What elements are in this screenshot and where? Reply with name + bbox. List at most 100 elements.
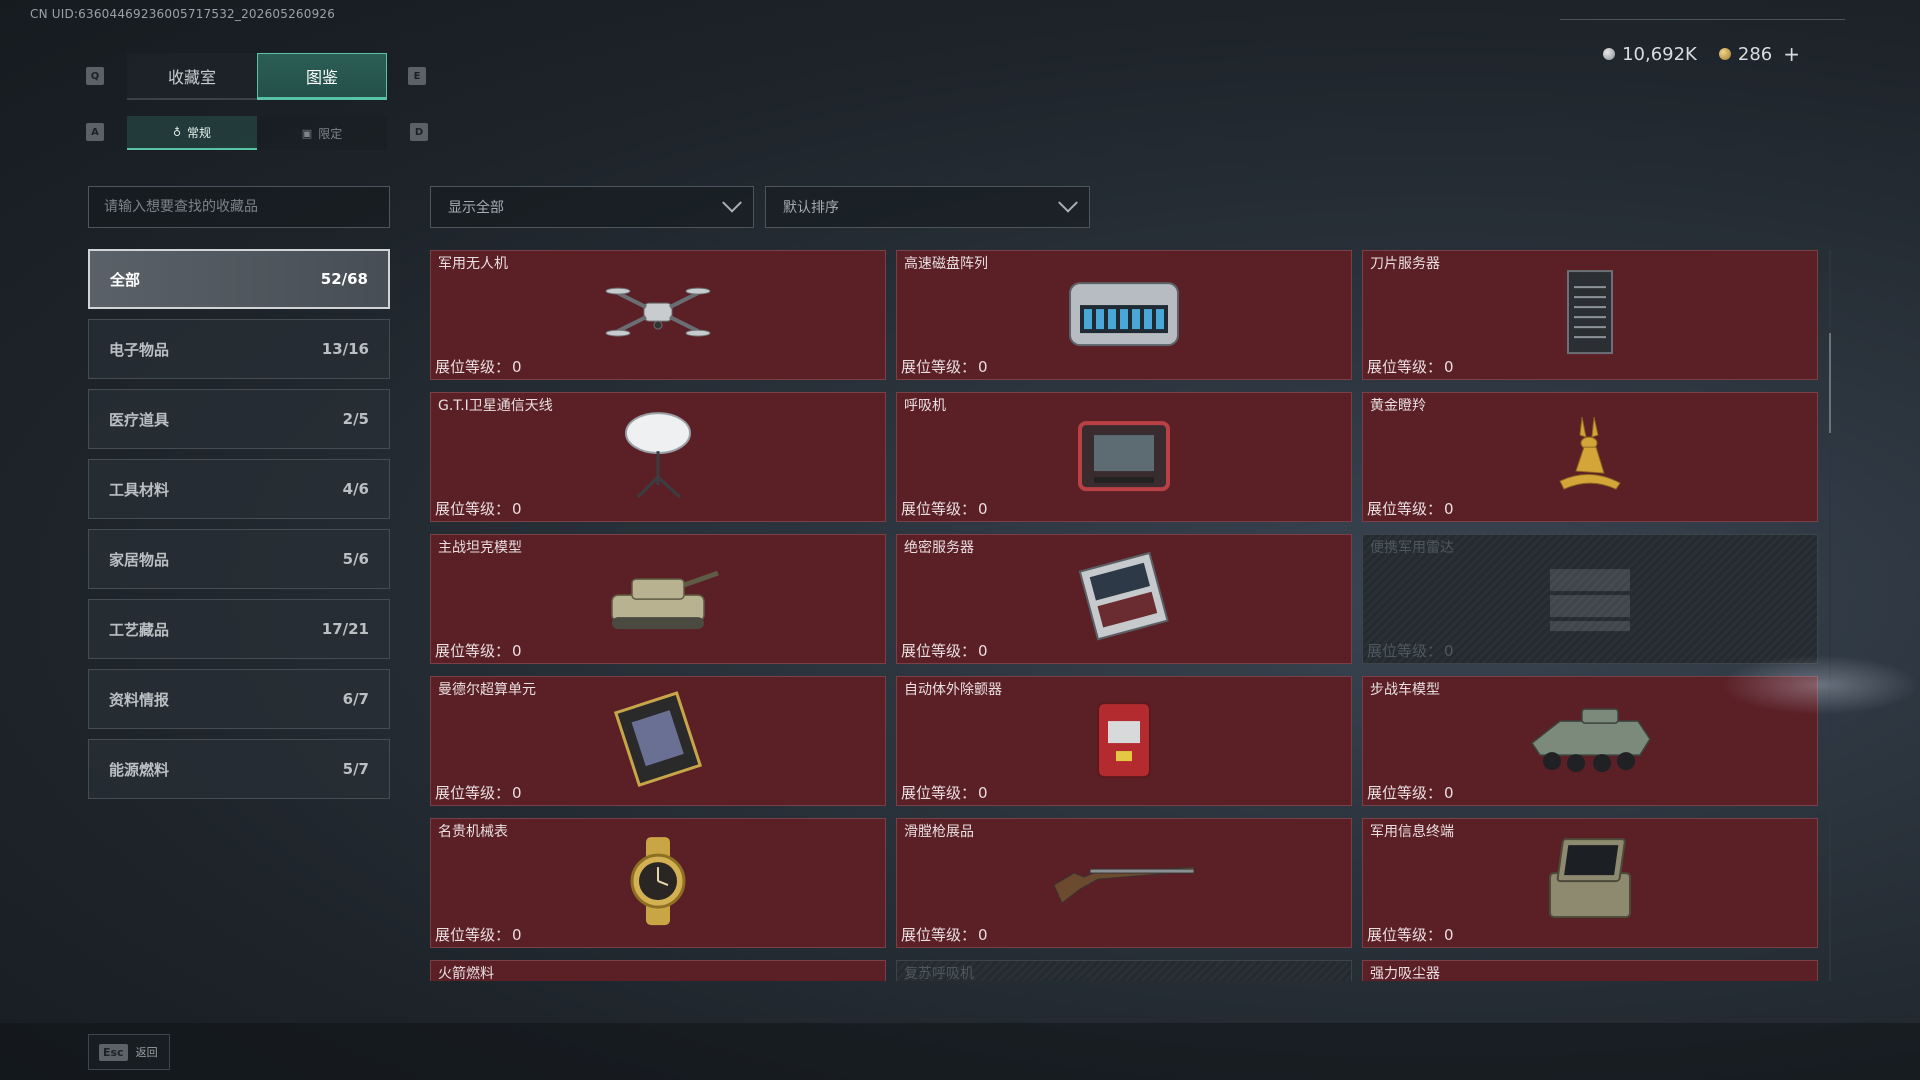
booth-level: 展位等级： 0 [901, 498, 988, 519]
rocket-fuel-icon [588, 975, 728, 981]
item-grid-viewport: 军用无人机 展位等级： 0 高速磁盘阵列 展位等级： 0 刀片服务器 展位等级： 0 G.T.I卫… [430, 250, 1820, 981]
collection-card[interactable]: 黄金瞪羚 展位等级： 0 [1362, 392, 1818, 522]
collection-card[interactable]: G.T.I卫星通信天线 展位等级： 0 [430, 392, 886, 522]
booth-level: 展位等级： 0 [1367, 924, 1454, 945]
filter-dropdown[interactable]: 显示全部 [430, 186, 754, 228]
collection-card[interactable]: 火箭燃料展位等级：0 [430, 960, 886, 981]
currency-bar: 10,692K 286 + [1603, 42, 1800, 66]
booth-level-value: 0 [1444, 500, 1454, 518]
item-name: 主战坦克模型 [438, 540, 522, 556]
collection-card[interactable]: 名贵机械表 展位等级： 0 [430, 818, 886, 948]
booth-level-value: 0 [1444, 358, 1454, 376]
silver-amount: 10,692K [1622, 43, 1697, 65]
collection-card[interactable]: 便携军用雷达 展位等级： 0 [1362, 534, 1818, 664]
satellite-antenna-icon [588, 407, 728, 503]
category-item[interactable]: 能源燃料 5/7 [88, 739, 390, 799]
collection-card[interactable]: 复苏呼吸机展位等级：0 [896, 960, 1352, 981]
gold-currency: 286 + [1718, 42, 1800, 66]
tab-codex[interactable]: 图鉴 [257, 53, 387, 100]
tab-collection-room[interactable]: 收藏室 [127, 53, 257, 100]
subtab-regular[interactable]: ♁ 常规 [127, 116, 257, 150]
silver-coin-icon [1603, 48, 1616, 60]
collection-card[interactable]: 刀片服务器 展位等级： 0 [1362, 250, 1818, 380]
item-name: 高速磁盘阵列 [904, 256, 988, 272]
booth-level-label: 展位等级： [1367, 642, 1443, 660]
booth-level-value: 0 [1444, 926, 1454, 944]
booth-level-label: 展位等级： [435, 926, 511, 944]
add-currency-button[interactable]: + [1783, 42, 1800, 66]
booth-level-value: 0 [512, 784, 522, 802]
key-hint-e: E [408, 67, 426, 85]
category-count: 17/21 [321, 620, 369, 638]
item-name: 曼德尔超算单元 [438, 682, 536, 698]
category-item[interactable]: 资料情报 6/7 [88, 669, 390, 729]
category-item[interactable]: 全部 52/68 [88, 249, 390, 309]
collection-card[interactable]: 滑膛枪展品展位等级： 0 [896, 818, 1352, 948]
collection-card[interactable]: 自动体外除颤器 展位等级： 0 [896, 676, 1352, 806]
subtab-limited[interactable]: ▣ 限定 [257, 116, 387, 150]
category-label: 资料情报 [109, 690, 170, 709]
gold-gazelle-icon [1520, 407, 1660, 503]
limited-icon: ▣ [301, 126, 313, 140]
musket-icon [1053, 833, 1195, 929]
filter-dropdown-value: 显示全部 [448, 200, 504, 216]
collection-card[interactable]: 曼德尔超算单元展位等级： 0 [430, 676, 886, 806]
collection-card[interactable]: 呼吸机展位等级： 0 [896, 392, 1352, 522]
drone-icon [588, 265, 728, 361]
category-item[interactable]: 电子物品 13/16 [88, 319, 390, 379]
collection-card[interactable]: 高速磁盘阵列展位等级： 0 [896, 250, 1352, 380]
collection-card[interactable]: 军用信息终端 展位等级： 0 [1362, 818, 1818, 948]
defibrillator-icon [1054, 691, 1194, 787]
booth-level: 展位等级： 0 [1367, 356, 1454, 377]
sort-dropdown[interactable]: 默认排序 [765, 186, 1090, 228]
search-input[interactable] [89, 187, 389, 227]
player-uid: CN UID:6360446923600571753​2_20260526092… [30, 7, 336, 21]
booth-level: 展位等级： 0 [901, 782, 988, 803]
back-button[interactable]: Esc 返回 [88, 1034, 170, 1070]
booth-level-label: 展位等级： [1367, 784, 1443, 802]
booth-level-label: 展位等级： [435, 358, 511, 376]
category-item[interactable]: 医疗道具 2/5 [88, 389, 390, 449]
main-tabs: 收藏室 图鉴 [127, 53, 387, 100]
bottom-bar [0, 1023, 1920, 1080]
category-label: 电子物品 [109, 340, 170, 359]
collection-card[interactable]: 强力吸尘器展位等级：0 [1362, 960, 1818, 981]
booth-level-value: 0 [512, 358, 522, 376]
booth-level-label: 展位等级： [901, 642, 977, 660]
category-count: 6/7 [342, 690, 369, 708]
collection-card[interactable]: 军用无人机 展位等级： 0 [430, 250, 886, 380]
booth-level-label: 展位等级： [901, 926, 977, 944]
booth-level: 展位等级： 0 [901, 356, 988, 377]
item-name: 军用信息终端 [1370, 824, 1454, 840]
booth-level-value: 0 [978, 642, 988, 660]
booth-level-label: 展位等级： [1367, 500, 1443, 518]
booth-level-label: 展位等级： [1367, 926, 1443, 944]
category-item[interactable]: 工艺藏品 17/21 [88, 599, 390, 659]
collection-card[interactable]: 绝密服务器 展位等级： 0 [896, 534, 1352, 664]
booth-level-value: 0 [1444, 784, 1454, 802]
supercomputer-unit-icon [588, 691, 728, 787]
category-item[interactable]: 家居物品 5/6 [88, 529, 390, 589]
category-item[interactable]: 工具材料 4/6 [88, 459, 390, 519]
collection-card[interactable]: 主战坦克模型 展位等级： 0 [430, 534, 886, 664]
booth-level-value: 0 [512, 500, 522, 518]
background-glare [1720, 655, 1920, 715]
booth-level-label: 展位等级： [901, 500, 977, 518]
category-count: 2/5 [342, 410, 369, 428]
grid-scrollbar-thumb[interactable] [1829, 333, 1831, 433]
category-label: 医疗道具 [109, 410, 170, 429]
gold-amount: 286 [1737, 43, 1773, 65]
ventilator-icon [1054, 407, 1194, 503]
sub-tabs: ♁ 常规 ▣ 限定 [127, 116, 387, 150]
item-name: 滑膛枪展品 [904, 824, 974, 840]
item-grid: 军用无人机 展位等级： 0 高速磁盘阵列 展位等级： 0 刀片服务器 展位等级： 0 G.T.I卫… [430, 250, 1820, 981]
category-label: 家居物品 [109, 550, 170, 569]
item-name: 呼吸机 [904, 398, 946, 414]
key-hint-a: A [86, 123, 104, 141]
chevron-down-icon [722, 192, 742, 213]
category-count: 13/16 [321, 340, 369, 358]
booth-level: 展位等级： 0 [435, 782, 522, 803]
booth-level-value: 0 [1444, 642, 1454, 660]
booth-level: 展位等级： 0 [1367, 782, 1454, 803]
booth-level-value: 0 [978, 926, 988, 944]
